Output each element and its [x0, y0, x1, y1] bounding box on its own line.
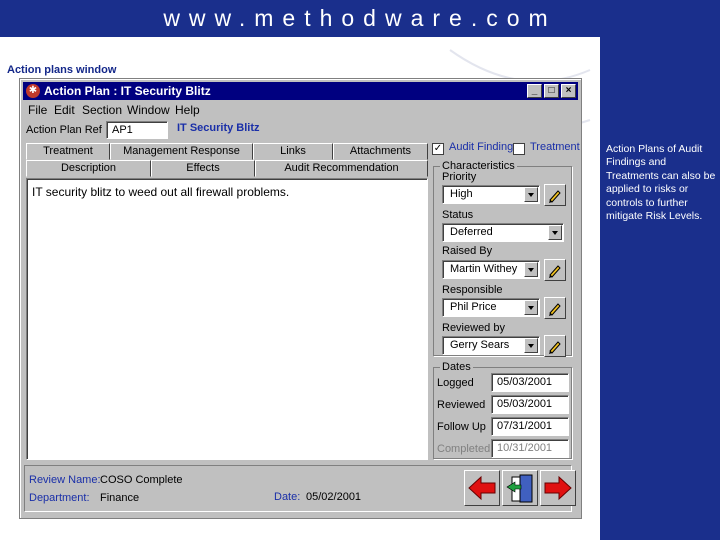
- tab-treatment[interactable]: Treatment: [26, 143, 110, 160]
- date-value: 05/02/2001: [306, 491, 362, 503]
- department-label: Department:: [29, 492, 90, 504]
- next-button[interactable]: [540, 470, 576, 506]
- previous-button[interactable]: [464, 470, 500, 506]
- checkmark-icon: ✓: [433, 143, 443, 154]
- tab-management-response[interactable]: Management Response: [110, 143, 253, 160]
- tab-description[interactable]: Description: [26, 160, 151, 177]
- slide-caption: Action Plans of Audit Findings and Treat…: [606, 143, 716, 223]
- menu-section[interactable]: Section: [82, 103, 122, 117]
- menu-file[interactable]: File: [28, 103, 47, 117]
- pencil-icon: [549, 303, 561, 316]
- tab-audit-recommendation[interactable]: Audit Recommendation: [255, 160, 428, 177]
- pencil-icon: [549, 265, 561, 278]
- responsible-edit-button[interactable]: [544, 297, 566, 319]
- right-panel: [600, 37, 720, 540]
- minimize-button[interactable]: _: [527, 84, 542, 98]
- status-label: Status: [442, 209, 474, 221]
- reviewed-by-edit-button[interactable]: [544, 335, 566, 357]
- treatment-checkbox[interactable]: [513, 143, 525, 155]
- priority-label: Priority: [442, 171, 477, 183]
- reviewed-by-select[interactable]: Gerry Sears: [442, 336, 540, 355]
- logged-label: Logged: [437, 377, 474, 389]
- status-select[interactable]: Deferred: [442, 223, 564, 242]
- maximize-button[interactable]: □: [544, 84, 559, 98]
- logged-date-field[interactable]: 05/03/2001: [491, 373, 569, 392]
- tab-effects[interactable]: Effects: [151, 160, 255, 177]
- review-name-label: Review Name:: [29, 474, 101, 486]
- priority-value: High: [450, 188, 473, 200]
- audit-finding-label: Audit Finding: [449, 141, 514, 153]
- tab-attachments[interactable]: Attachments: [333, 143, 428, 160]
- exit-door-icon: [506, 474, 533, 503]
- combo-arrow-icon[interactable]: [524, 262, 538, 277]
- characteristics-group: Characteristics Priority High Status Def…: [433, 160, 572, 357]
- forward-arrow-icon: [544, 475, 572, 501]
- window-title: Action Plan : IT Security Blitz: [44, 84, 211, 98]
- window-titlebar[interactable]: ✱ Action Plan : IT Security Blitz _ □ ×: [23, 82, 578, 100]
- app-icon: ✱: [26, 84, 40, 98]
- follow-up-label: Follow Up: [437, 421, 486, 433]
- dates-group-label: Dates: [440, 361, 473, 373]
- responsible-select[interactable]: Phil Price: [442, 298, 540, 317]
- date-label: Date:: [274, 491, 301, 503]
- ref-field[interactable]: AP1: [106, 121, 168, 139]
- completed-label: Completed: [437, 443, 491, 455]
- plan-name: IT Security Blitz: [177, 122, 260, 134]
- review-name-value: COSO Complete: [100, 474, 183, 486]
- combo-arrow-icon[interactable]: [548, 225, 562, 240]
- combo-arrow-icon[interactable]: [524, 338, 538, 353]
- review-info-panel: Review Name: COSO Complete Department: F…: [24, 465, 576, 512]
- slide-title: Action plans window: [7, 64, 117, 76]
- raised-by-value: Martin Withey: [450, 263, 518, 275]
- reviewed-date-field[interactable]: 05/03/2001: [491, 395, 569, 414]
- responsible-label: Responsible: [442, 284, 503, 296]
- reviewed-label: Reviewed: [437, 399, 486, 411]
- close-button[interactable]: ×: [561, 84, 576, 98]
- description-textarea[interactable]: IT security blitz to weed out all firewa…: [26, 178, 428, 460]
- completed-date-field: 10/31/2001: [491, 439, 569, 458]
- responsible-value: Phil Price: [450, 301, 497, 313]
- tab-links[interactable]: Links: [253, 143, 333, 160]
- priority-edit-button[interactable]: [544, 184, 566, 206]
- follow-up-date-field[interactable]: 07/31/2001: [491, 417, 569, 436]
- action-plan-window: ✱ Action Plan : IT Security Blitz _ □ × …: [19, 78, 582, 519]
- pencil-icon: [549, 341, 561, 354]
- audit-finding-checkbox[interactable]: ✓: [432, 143, 444, 155]
- department-value: Finance: [100, 492, 140, 504]
- raised-by-label: Raised By: [442, 245, 493, 257]
- raised-by-edit-button[interactable]: [544, 259, 566, 281]
- ref-label: Action Plan Ref: [26, 124, 102, 136]
- exit-button[interactable]: [502, 470, 538, 506]
- raised-by-select[interactable]: Martin Withey: [442, 260, 540, 279]
- menu-window[interactable]: Window: [127, 103, 170, 117]
- reviewed-by-value: Gerry Sears: [450, 339, 510, 351]
- status-value: Deferred: [450, 226, 493, 238]
- pencil-icon: [549, 190, 561, 203]
- combo-arrow-icon[interactable]: [524, 300, 538, 315]
- back-arrow-icon: [468, 475, 496, 501]
- menu-help[interactable]: Help: [175, 103, 200, 117]
- description-text: IT security blitz to weed out all firewa…: [32, 185, 290, 199]
- dates-group: Dates Logged 05/03/2001 Reviewed 05/03/2…: [433, 361, 572, 459]
- combo-arrow-icon[interactable]: [524, 187, 538, 202]
- menu-edit[interactable]: Edit: [54, 103, 75, 117]
- priority-select[interactable]: High: [442, 185, 540, 204]
- treatment-label: Treatment: [530, 141, 580, 153]
- reviewed-by-label: Reviewed by: [442, 322, 505, 334]
